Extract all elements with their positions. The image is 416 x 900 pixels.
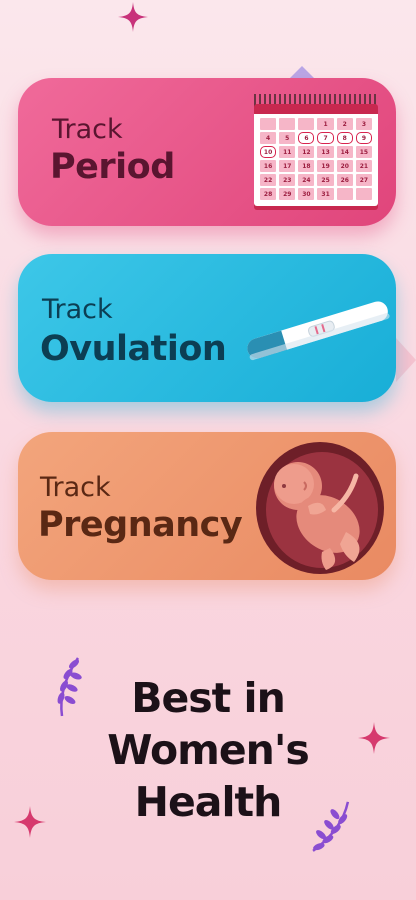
sparkle-icon — [118, 2, 148, 32]
calendar-day: 14 — [336, 146, 353, 158]
calendar-day: 2 — [336, 118, 353, 130]
calendar-day — [279, 118, 296, 130]
tagline-line-1: Best in — [131, 674, 286, 722]
decor-triangle — [396, 338, 416, 382]
calendar-day: 9 — [355, 132, 372, 144]
calendar-day: 15 — [355, 146, 372, 158]
calendar-day: 1 — [317, 118, 334, 130]
calendar-day: 24 — [298, 174, 315, 186]
calendar-day: 3 — [355, 118, 372, 130]
calendar-day: 5 — [279, 132, 296, 144]
calendar-day: 10 — [260, 146, 277, 158]
calendar-day: 19 — [317, 160, 334, 172]
calendar-day: 17 — [279, 160, 296, 172]
laurel-left-icon — [48, 654, 88, 718]
calendar-day: 29 — [279, 188, 296, 200]
sparkle-icon — [358, 722, 390, 754]
calendar-day: 28 — [260, 188, 277, 200]
calendar-day: 4 — [260, 132, 277, 144]
calendar-day: 21 — [355, 160, 372, 172]
calendar-day: 7 — [317, 132, 334, 144]
calendar-day: 18 — [298, 160, 315, 172]
card-label-small: Track — [40, 472, 111, 503]
calendar-day: 27 — [355, 174, 372, 186]
card-label-big: Pregnancy — [38, 505, 243, 545]
calendar-day: 23 — [279, 174, 296, 186]
calendar-day: 20 — [336, 160, 353, 172]
calendar-icon: 1 2 3 4 5 6 7 8 9 10 11 12 13 14 15 16 17 18 19 20 21 22 23 24 2… — [254, 94, 378, 212]
ovulation-test-icon — [242, 288, 392, 368]
card-label-small: Track — [52, 114, 123, 145]
tagline-line-2: Women's — [107, 726, 310, 774]
calendar-day: 25 — [317, 174, 334, 186]
calendar-day: 31 — [317, 188, 334, 200]
calendar-day: 30 — [298, 188, 315, 200]
card-label-big: Period — [50, 147, 175, 187]
calendar-day: 22 — [260, 174, 277, 186]
sparkle-icon — [14, 806, 46, 838]
calendar-day — [336, 188, 353, 200]
track-ovulation-card[interactable]: Track Ovulation — [18, 254, 396, 402]
calendar-day — [298, 118, 315, 130]
card-label-big: Ovulation — [40, 329, 227, 369]
track-pregnancy-card[interactable]: Track Pregnancy — [18, 432, 396, 580]
calendar-day: 26 — [336, 174, 353, 186]
card-label-small: Track — [42, 294, 113, 325]
calendar-day: 6 — [298, 132, 315, 144]
calendar-day: 8 — [336, 132, 353, 144]
track-period-card[interactable]: Track Period 1 2 3 4 5 6 7 8 9 10 11 12 13 14 15 16 17 18… — [18, 78, 396, 226]
calendar-day: 12 — [298, 146, 315, 158]
calendar-day: 13 — [317, 146, 334, 158]
calendar-day — [260, 118, 277, 130]
fetus-icon — [250, 436, 390, 576]
tagline: Best in Women's Health — [90, 672, 326, 828]
calendar-day: 16 — [260, 160, 277, 172]
tagline-line-3: Health — [134, 778, 283, 826]
calendar-day — [355, 188, 372, 200]
calendar-day: 11 — [279, 146, 296, 158]
